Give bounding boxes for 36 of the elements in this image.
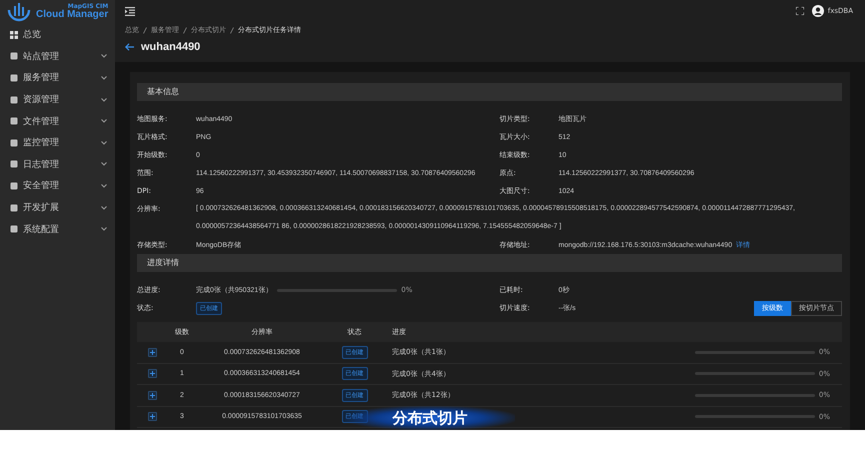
- user-avatar-icon[interactable]: [812, 5, 824, 17]
- menu-icon[interactable]: [125, 6, 135, 16]
- sidebar-item[interactable]: 系统配置: [0, 218, 115, 240]
- square-icon: [10, 117, 18, 126]
- page-title: wuhan4490: [141, 41, 200, 53]
- sidebar-item[interactable]: 文件管理: [0, 110, 115, 132]
- sidebar-item[interactable]: 站点管理: [0, 46, 115, 68]
- square-icon: [10, 204, 18, 212]
- square-icon: [10, 74, 18, 82]
- sidebar-item[interactable]: 监控管理: [0, 132, 115, 154]
- expand-button[interactable]: [148, 412, 156, 422]
- square-icon: [10, 138, 18, 147]
- expand-button[interactable]: [148, 348, 156, 357]
- sidebar-item[interactable]: 服务管理: [0, 67, 115, 89]
- square-icon: [10, 225, 18, 234]
- square-icon: [10, 160, 18, 168]
- slash-separator-icon: [143, 26, 147, 34]
- fullscreen-icon[interactable]: [796, 7, 804, 15]
- sidebar-item[interactable]: 安全管理: [0, 175, 115, 197]
- logo-title: Cloud Manager: [36, 10, 108, 20]
- grid-icon: [10, 30, 18, 39]
- sidebar-item[interactable]: 资源管理: [0, 88, 115, 110]
- square-icon: [10, 96, 18, 104]
- expand-button[interactable]: [148, 369, 156, 378]
- section-header: 基本信息: [137, 83, 842, 101]
- slash-separator-icon: [183, 26, 187, 34]
- back-arrow-icon[interactable]: [125, 43, 134, 51]
- square-icon: [10, 182, 18, 190]
- logo-icon: [6, 2, 32, 22]
- sidebar-item[interactable]: 日志管理: [0, 154, 115, 176]
- sidebar-item[interactable]: 总览: [0, 24, 115, 46]
- sidebar-item[interactable]: 开发扩展: [0, 196, 115, 218]
- section-header: 进度详情: [137, 254, 842, 272]
- expand-button[interactable]: [148, 390, 156, 400]
- square-icon: [10, 52, 18, 60]
- slash-separator-icon: [230, 26, 234, 34]
